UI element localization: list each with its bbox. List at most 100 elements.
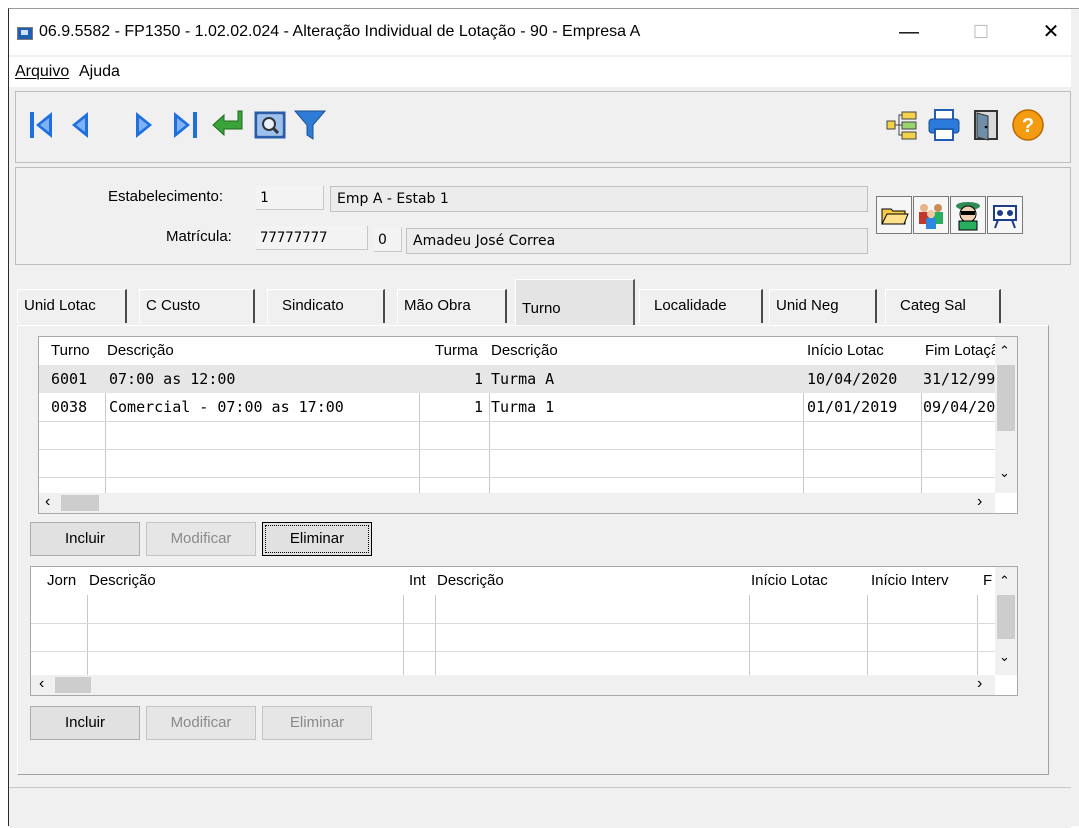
scroll-thumb[interactable] [997, 595, 1015, 639]
open-folder-button[interactable] [876, 196, 912, 234]
scroll-down-icon[interactable]: ⌄ [999, 649, 1010, 665]
fim-lotacao-cell: 09/04/20 [923, 398, 995, 416]
column-header-turno[interactable]: Turno [51, 337, 90, 365]
turno-tab-panel: Turno Descrição Turma Descrição Início L… [17, 325, 1049, 775]
column-header-fim-lotacao[interactable]: Fim Lotaçã [925, 337, 995, 365]
column-header-descricao[interactable]: Descrição [89, 567, 156, 595]
scroll-thumb[interactable] [61, 495, 99, 511]
grid-row-line [31, 651, 995, 652]
matricula-code-field[interactable]: 77777777 [256, 226, 368, 250]
button-label: Incluir [64, 714, 105, 731]
grid-divider [87, 595, 88, 675]
matricula-name-field: Amadeu José Correa [406, 228, 868, 254]
close-button[interactable]: ✕ [1031, 19, 1071, 47]
tab-turno[interactable]: Turno [515, 279, 635, 325]
tab-label: Mão Obra [404, 297, 471, 314]
grid-divider [977, 595, 978, 675]
help-icon[interactable]: ? [1010, 107, 1046, 143]
table-row[interactable]: 6001 07:00 as 12:00 1 Turma A 10/04/2020… [39, 365, 995, 393]
tab-categ-sal[interactable]: Categ Sal [885, 289, 1001, 323]
column-header-inicio-lotac[interactable]: Início Lotac [807, 337, 884, 365]
scroll-thumb[interactable] [997, 365, 1015, 431]
scroll-right-icon[interactable]: › [977, 675, 982, 693]
button-label: Modificar [170, 714, 232, 731]
column-header-inicio-lotac[interactable]: Início Lotac [751, 567, 828, 595]
menu-bar: Arquivo Ajuda [9, 57, 1071, 87]
scroll-up-icon[interactable]: ⌃ [999, 343, 1010, 359]
button-label: Eliminar [289, 530, 345, 547]
turno-cell: 6001 [51, 370, 88, 388]
menu-arquivo[interactable]: Arquivo [15, 63, 69, 81]
enter-icon[interactable] [210, 107, 246, 143]
descricao-cell: Comercial - 07:00 as 17:00 [109, 398, 344, 416]
scroll-thumb[interactable] [55, 677, 91, 693]
previous-record-icon[interactable] [62, 107, 98, 143]
maximize-button[interactable]: ☐ [961, 19, 1001, 47]
column-header-turma[interactable]: Turma [435, 337, 478, 365]
vertical-scrollbar[interactable]: ⌃ ⌄ [995, 337, 1017, 493]
column-header-turma-descricao[interactable]: Descrição [491, 337, 558, 365]
tab-localidade[interactable]: Localidade [639, 289, 763, 323]
status-bar [9, 787, 1071, 828]
tab-unid-neg[interactable]: Unid Neg [769, 289, 877, 323]
tab-label: C Custo [146, 297, 201, 314]
tab-mao-obra[interactable]: Mão Obra [397, 289, 507, 323]
scroll-left-icon[interactable]: ‹ [45, 493, 50, 511]
scroll-left-icon[interactable]: ‹ [39, 675, 44, 693]
column-header-jorn[interactable]: Jorn [47, 567, 76, 595]
button-label: Eliminar [289, 714, 345, 731]
tab-unid-lotac[interactable]: Unid Lotac [17, 289, 127, 323]
column-header-int[interactable]: Int [409, 567, 426, 595]
horizontal-scrollbar[interactable]: ‹ › [31, 675, 995, 695]
svg-text:?: ? [1022, 115, 1034, 137]
vertical-scrollbar[interactable]: ⌃ ⌄ [995, 567, 1017, 675]
inicio-lotac-cell: 01/01/2019 [807, 398, 898, 416]
grid-row-line [39, 449, 995, 450]
zoom-icon[interactable] [252, 107, 288, 143]
turma-descricao-cell: Turma A [491, 370, 555, 388]
eliminar-jornada-button[interactable]: Eliminar [262, 706, 372, 740]
table-row[interactable]: 0038 Comercial - 07:00 as 17:00 1 Turma … [39, 393, 995, 421]
exit-door-icon[interactable] [968, 107, 1004, 143]
minimize-button[interactable]: — [889, 19, 929, 47]
turma-descricao-cell: Turma 1 [491, 398, 555, 416]
modificar-jornada-button[interactable]: Modificar [146, 706, 256, 740]
title-bar: 06.9.5582 - FP1350 - 1.02.02.024 - Alter… [9, 9, 1071, 55]
scroll-down-icon[interactable]: ⌄ [999, 465, 1010, 481]
filter-icon[interactable] [292, 107, 328, 143]
estabelecimento-code-field[interactable]: 1 [256, 186, 324, 210]
scroll-right-icon[interactable]: › [977, 493, 982, 511]
last-record-icon[interactable] [168, 107, 204, 143]
eliminar-turno-button[interactable]: Eliminar [262, 522, 372, 556]
modificar-turno-button[interactable]: Modificar [146, 522, 256, 556]
next-record-icon[interactable] [126, 107, 162, 143]
incluir-jornada-button[interactable]: Incluir [30, 706, 140, 740]
column-header-descricao[interactable]: Descrição [107, 337, 174, 365]
video-button[interactable] [987, 196, 1023, 234]
column-header-int-descricao[interactable]: Descrição [437, 567, 504, 595]
tab-sindicato[interactable]: Sindicato [267, 289, 385, 323]
people-button[interactable] [913, 196, 949, 234]
turma-cell: 1 [473, 398, 483, 416]
grid-row-line [31, 623, 995, 624]
tab-label: Unid Lotac [24, 297, 96, 314]
tab-strip: Unid Lotac C Custo Sindicato Mão Obra Tu… [17, 279, 1017, 325]
menu-ajuda[interactable]: Ajuda [79, 63, 120, 81]
matricula-label: Matrícula: [166, 228, 232, 245]
column-header-inicio-interv[interactable]: Início Interv [871, 567, 949, 595]
tree-icon[interactable] [884, 107, 920, 143]
turma-cell: 1 [473, 370, 483, 388]
column-header-f[interactable]: F [983, 567, 992, 595]
turnos-grid[interactable]: Turno Descrição Turma Descrição Início L… [38, 336, 1018, 514]
horizontal-scrollbar[interactable]: ‹ › [39, 493, 995, 513]
scroll-up-icon[interactable]: ⌃ [999, 573, 1010, 589]
agent-button[interactable] [950, 196, 986, 234]
incluir-turno-button[interactable]: Incluir [30, 522, 140, 556]
grid-row-line [39, 421, 995, 422]
first-record-icon[interactable] [24, 107, 60, 143]
tab-c-custo[interactable]: C Custo [139, 289, 255, 323]
app-icon[interactable] [17, 27, 33, 40]
jornadas-grid[interactable]: Jorn Descrição Int Descrição Início Lota… [30, 566, 1018, 696]
print-icon[interactable] [926, 107, 962, 143]
tab-label: Sindicato [282, 297, 344, 314]
